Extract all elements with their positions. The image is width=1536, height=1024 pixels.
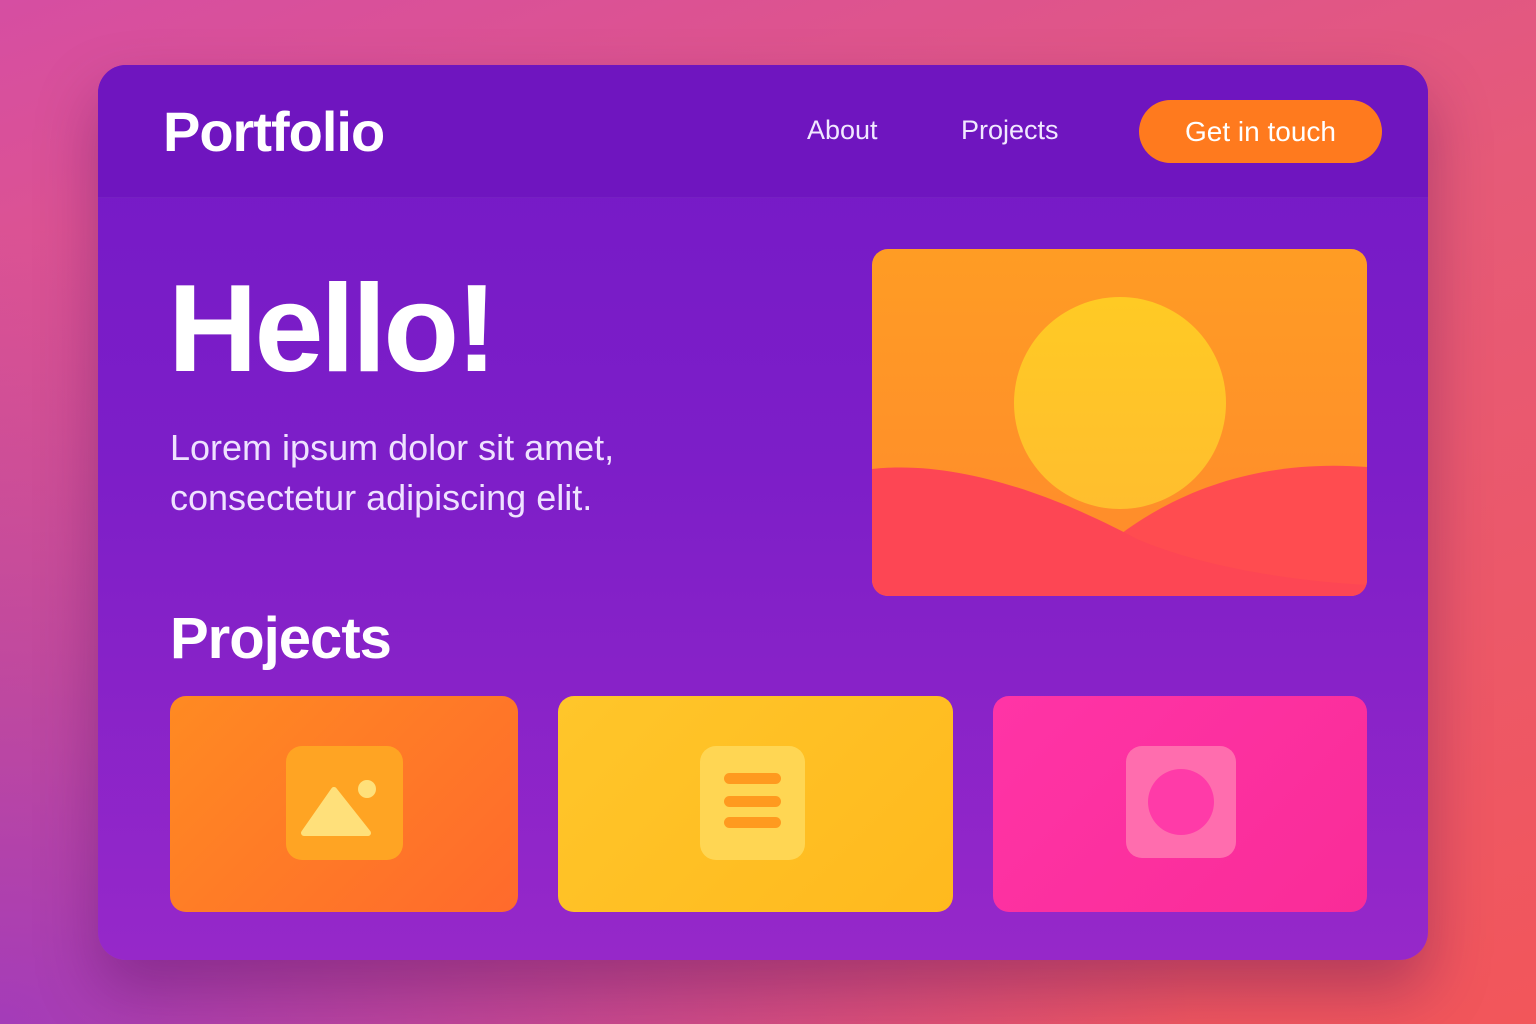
project-card-circle[interactable] [993, 696, 1367, 912]
sun-shape [1014, 297, 1226, 509]
nav-link-about[interactable]: About [807, 115, 878, 146]
hero-title: Hello! [168, 260, 497, 398]
project-card-document[interactable] [558, 696, 953, 912]
get-in-touch-button[interactable]: Get in touch [1139, 100, 1382, 163]
projects-heading: Projects [170, 606, 392, 671]
sunset-illustration [872, 249, 1367, 596]
logo[interactable]: Portfolio [163, 99, 385, 164]
hero-subtitle: Lorem ipsum dolor sit amet, consectetur … [170, 427, 615, 518]
app-window: Portfolio About Projects Get in touch He… [98, 65, 1428, 960]
document-icon [700, 746, 805, 860]
hero-image-sunset [872, 249, 1367, 596]
nav-link-projects[interactable]: Projects [961, 115, 1059, 146]
circle-icon [1126, 746, 1236, 858]
top-nav: Portfolio About Projects Get in touch [98, 65, 1428, 198]
image-icon [286, 746, 403, 860]
project-card-image[interactable] [170, 696, 518, 912]
